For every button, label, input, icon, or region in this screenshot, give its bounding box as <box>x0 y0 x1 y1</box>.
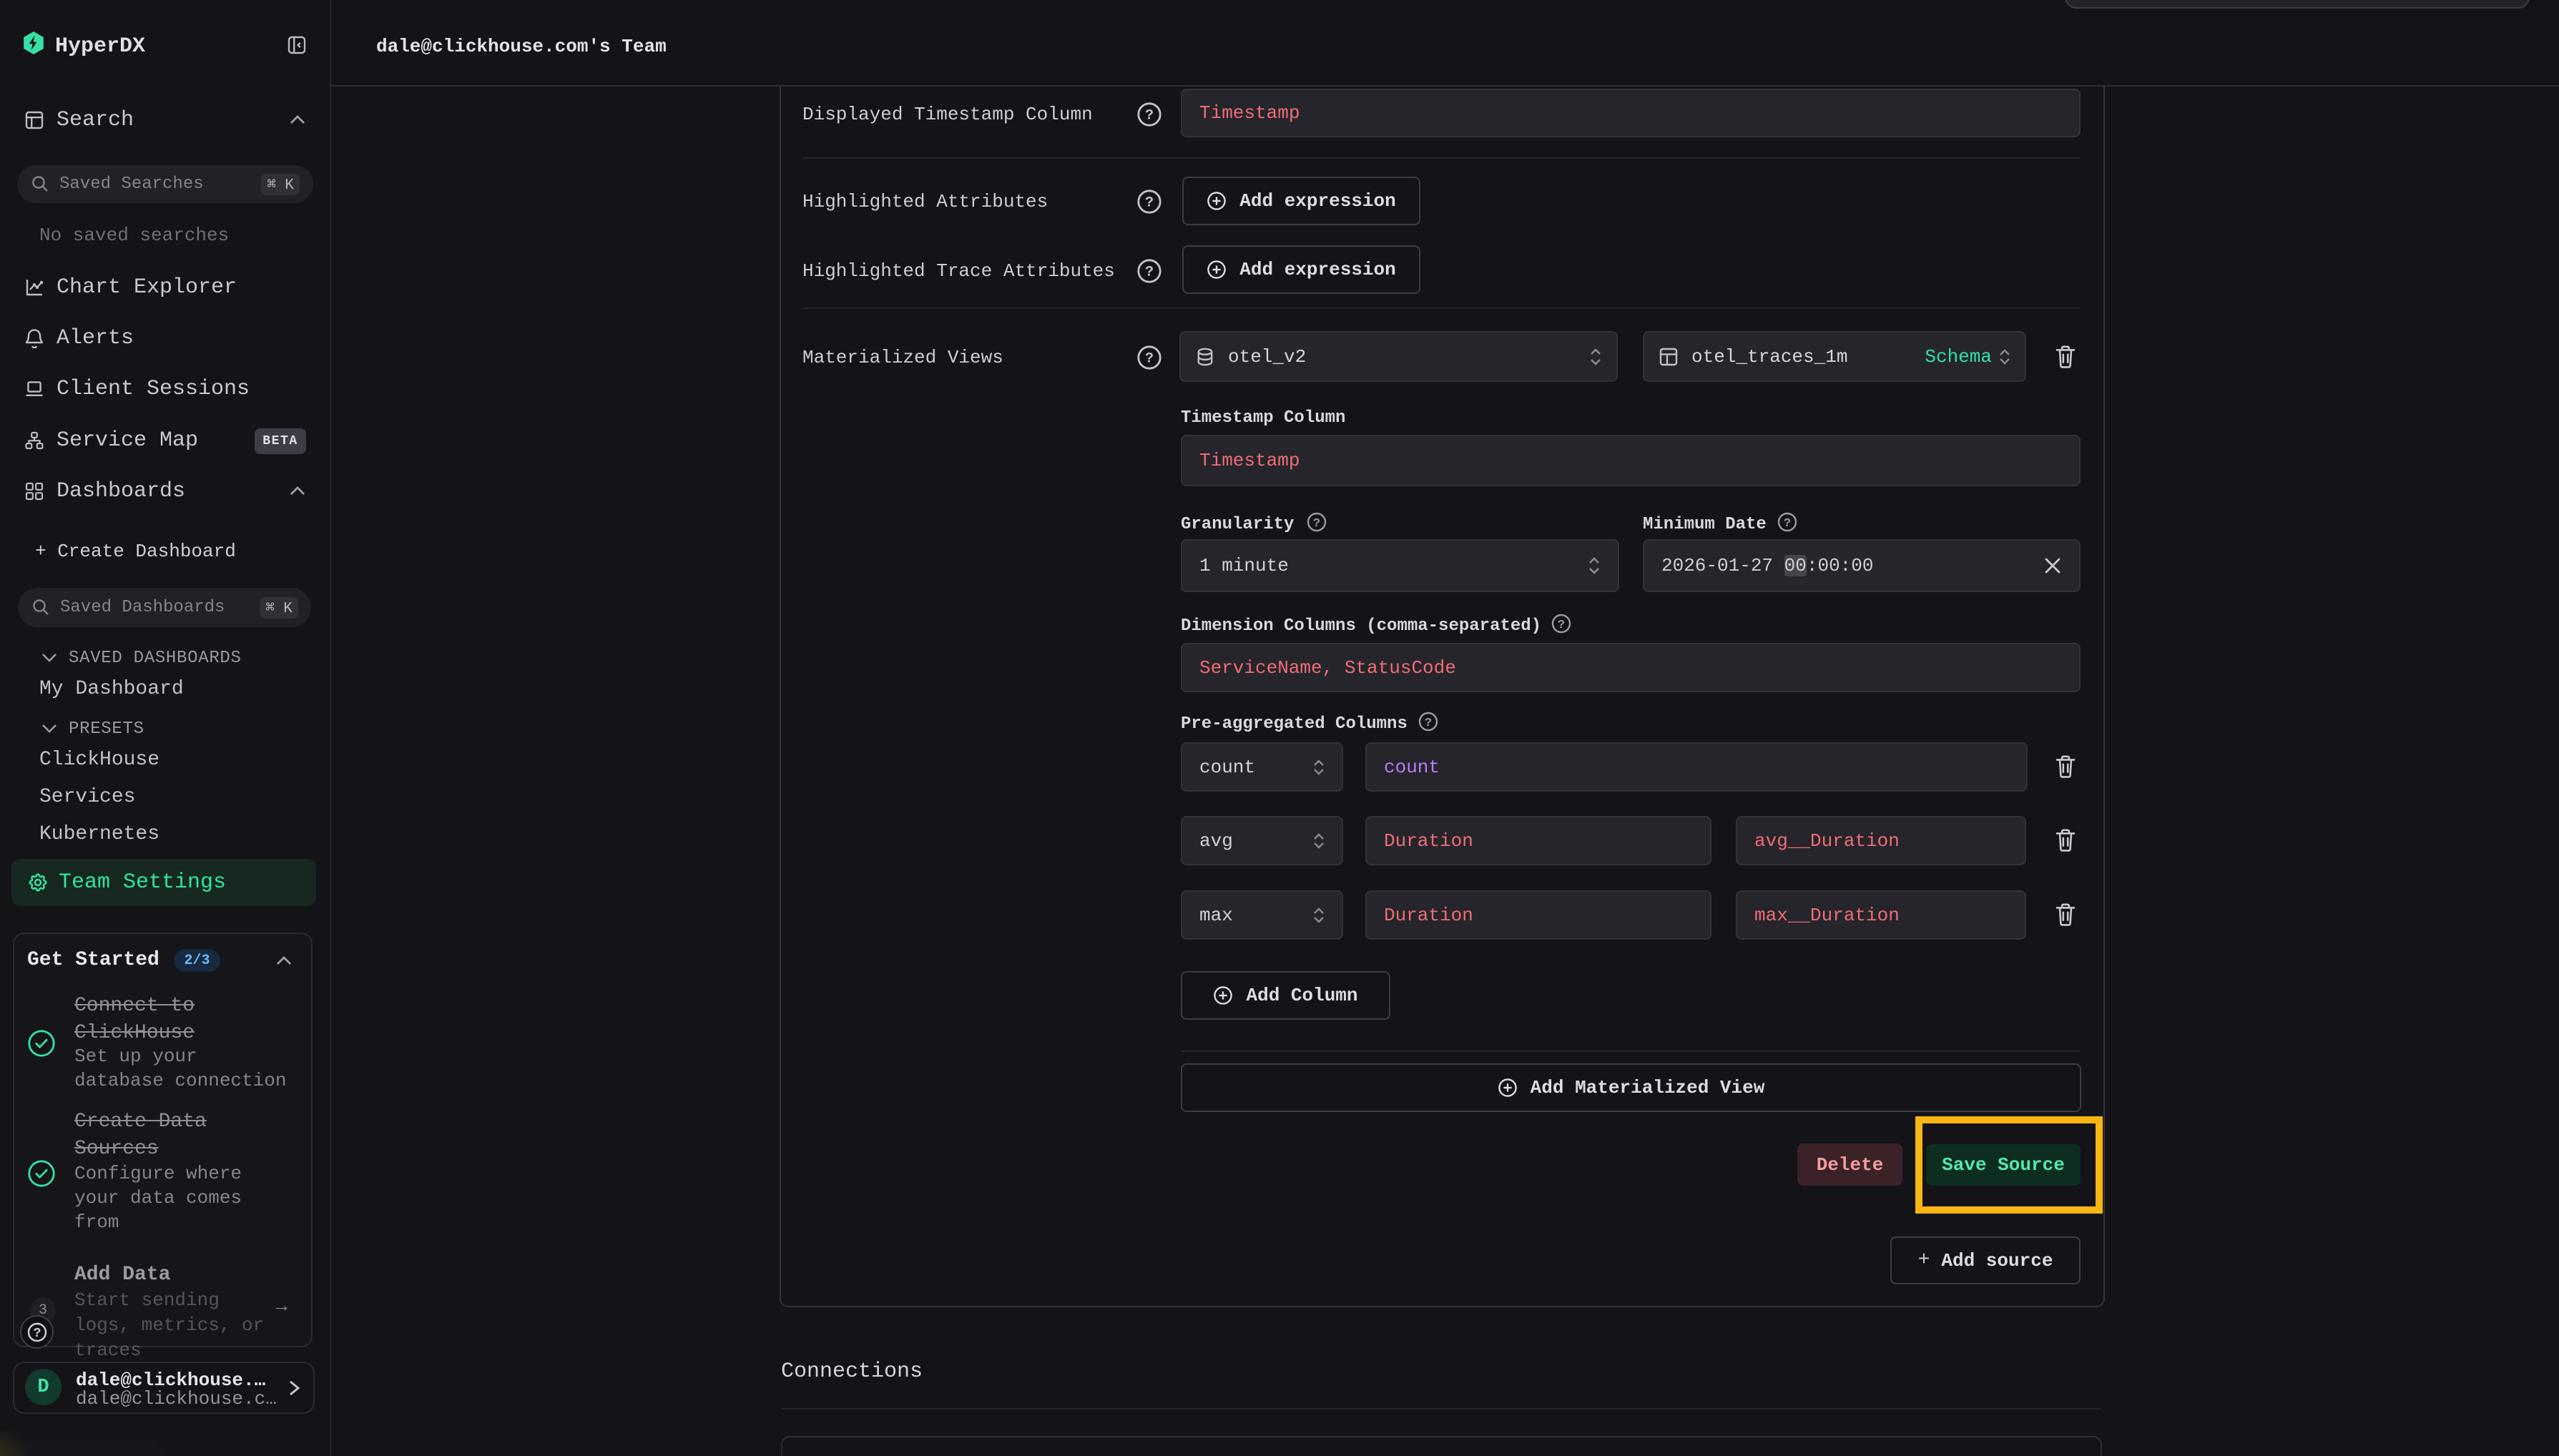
svg-text:?: ? <box>1145 264 1154 280</box>
svg-text:?: ? <box>1145 195 1154 211</box>
svg-text:?: ? <box>1558 619 1565 632</box>
svg-text:?: ? <box>1425 717 1432 730</box>
svg-text:?: ? <box>1784 517 1791 531</box>
svg-text:?: ? <box>1145 107 1154 124</box>
svg-text:?: ? <box>34 1327 41 1341</box>
svg-text:?: ? <box>1313 517 1320 531</box>
svg-text:?: ? <box>1145 350 1154 367</box>
